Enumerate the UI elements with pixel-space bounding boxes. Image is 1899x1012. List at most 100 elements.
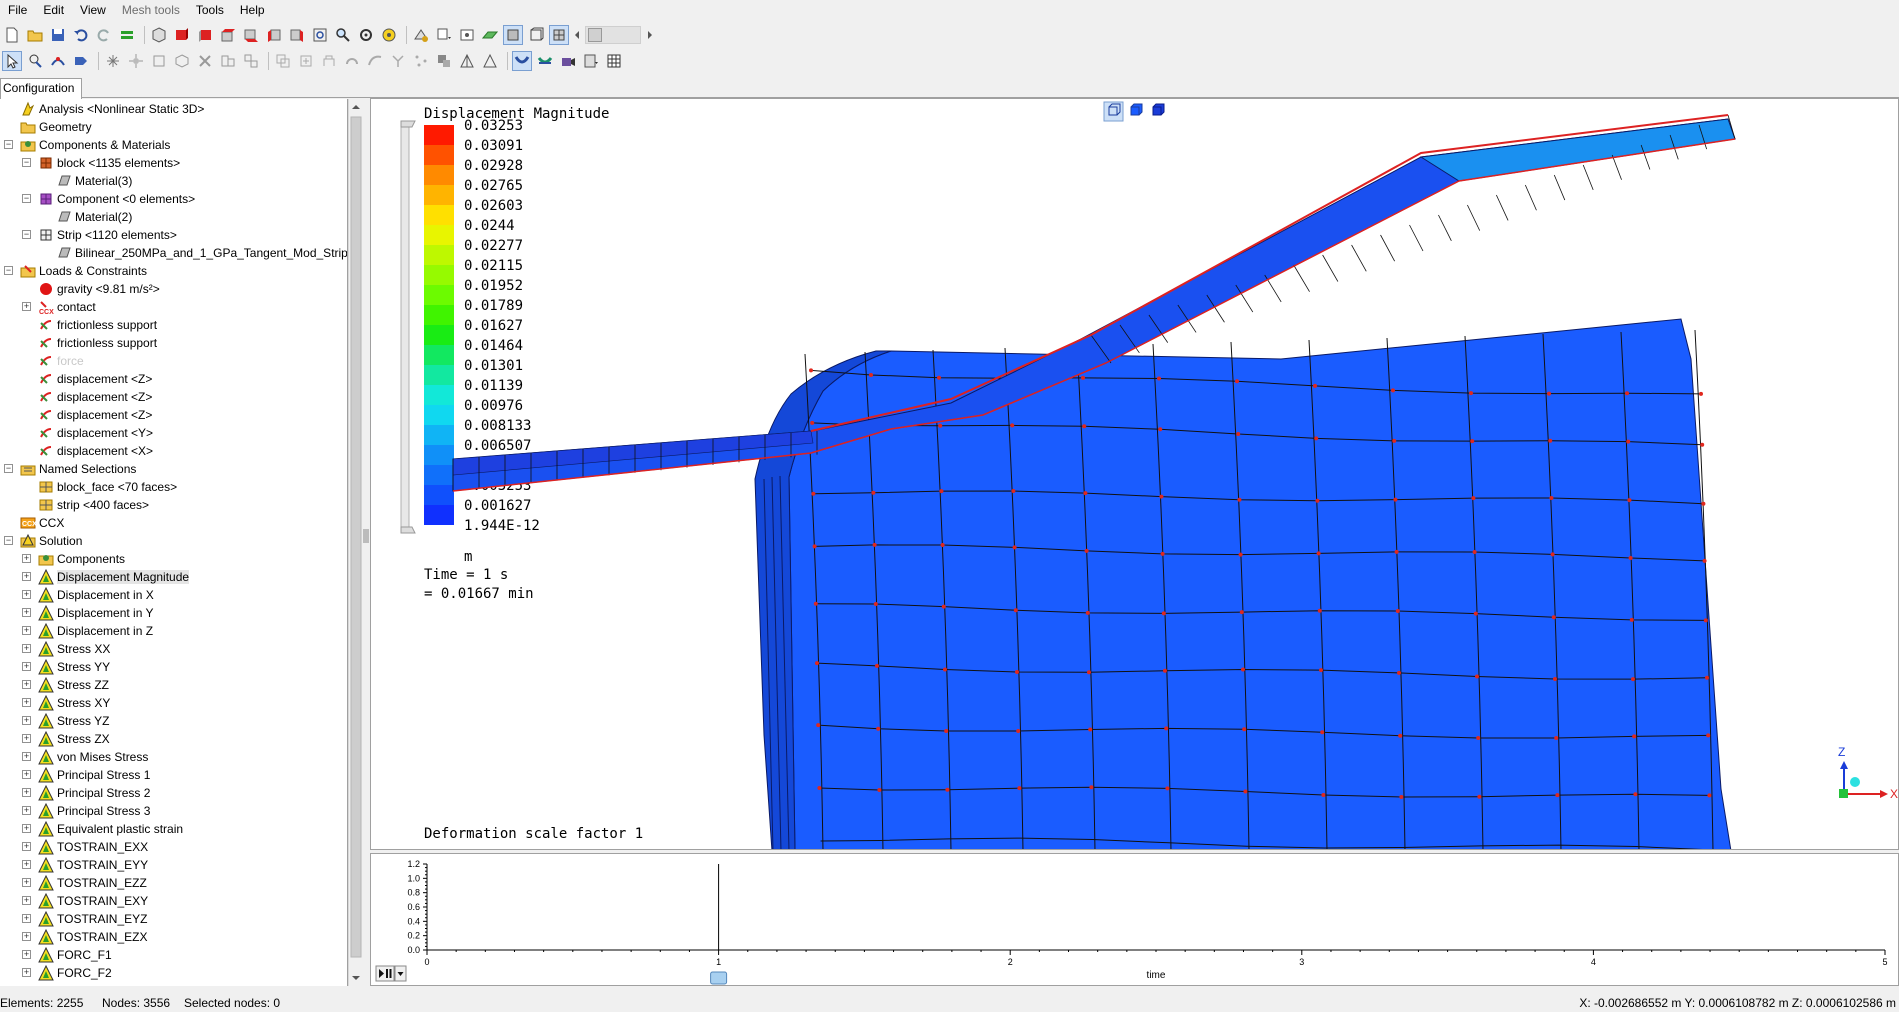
tree-item[interactable]: Solution — [20, 532, 82, 550]
tree-item[interactable]: block <1135 elements> — [38, 154, 180, 172]
tree-item[interactable]: Named Selections — [20, 460, 136, 478]
expand-icon[interactable]: + — [22, 896, 31, 905]
tree-item[interactable]: displacement <Z> — [38, 370, 152, 388]
move-mesh-icon[interactable] — [296, 51, 316, 71]
select-faces-icon[interactable] — [71, 51, 91, 71]
tree-item[interactable]: Bilinear_250MPa_and_1_GPa_Tangent_Mod_St… — [56, 244, 347, 262]
tree-item[interactable]: FORC_F2 — [38, 964, 112, 982]
expand-icon[interactable]: + — [22, 698, 31, 707]
expand-icon[interactable]: + — [22, 860, 31, 869]
tree-item[interactable]: Stress XY — [38, 694, 110, 712]
mesh-view-icon[interactable] — [549, 25, 569, 45]
expand-icon[interactable]: + — [22, 950, 31, 959]
toolbar-slider[interactable] — [585, 26, 641, 44]
menu-file[interactable]: File — [0, 0, 35, 20]
tab-configuration[interactable]: Configuration — [0, 78, 82, 99]
tree-item[interactable]: TOSTRAIN_EYZ — [38, 910, 147, 928]
expand-icon[interactable]: + — [22, 842, 31, 851]
viewport-canvas[interactable]: Displacement Magnitude 0.032530.030910.0… — [371, 99, 1899, 850]
collapse-icon[interactable]: − — [22, 158, 31, 167]
tree-item[interactable]: Material(2) — [56, 208, 132, 226]
element-cube-icon[interactable] — [172, 51, 192, 71]
collapse-icon[interactable]: − — [4, 536, 13, 545]
collapse-icon[interactable]: − — [22, 194, 31, 203]
tree-item[interactable]: frictionless support — [38, 334, 157, 352]
tree-item[interactable]: displacement <X> — [38, 442, 153, 460]
tree-item[interactable]: Geometry — [20, 118, 92, 136]
tree-item[interactable]: TOSTRAIN_EXX — [38, 838, 148, 856]
tree-item[interactable]: Stress YZ — [38, 712, 109, 730]
expand-icon[interactable]: + — [22, 302, 31, 311]
expand-icon[interactable]: + — [22, 932, 31, 941]
collapse-icon[interactable]: − — [4, 140, 13, 149]
tree-item[interactable]: Strip <1120 elements> — [38, 226, 177, 244]
tree-item[interactable]: displacement <Y> — [38, 424, 153, 442]
tree-item[interactable]: Stress ZZ — [38, 676, 109, 694]
left-view-icon[interactable] — [264, 25, 284, 45]
tree-item[interactable]: CCX CCX — [20, 514, 64, 532]
tree-scrollbar[interactable] — [348, 99, 362, 986]
toolbar-slider-thumb[interactable] — [588, 28, 602, 42]
split-icon[interactable] — [241, 51, 261, 71]
tree-item[interactable]: block_face <70 faces> — [38, 478, 177, 496]
zoom-fit-icon[interactable] — [310, 25, 330, 45]
iso-view-icon[interactable] — [149, 25, 169, 45]
tree-item[interactable]: TOSTRAIN_EZX — [38, 928, 147, 946]
points-icon[interactable] — [411, 51, 431, 71]
tree-item[interactable]: Material(3) — [56, 172, 132, 190]
scroll-left-icon[interactable] — [572, 25, 582, 45]
tree-item[interactable]: strip <400 faces> — [38, 496, 149, 514]
deformed-shape-icon[interactable] — [512, 51, 532, 71]
section-plane-icon[interactable] — [457, 25, 477, 45]
menu-view[interactable]: View — [72, 0, 114, 20]
tree-item[interactable]: von Mises Stress — [38, 748, 148, 766]
back-view-icon[interactable] — [195, 25, 215, 45]
probe-dropdown-icon[interactable] — [581, 51, 601, 71]
contour-icon[interactable] — [535, 51, 555, 71]
expand-icon[interactable]: + — [22, 716, 31, 725]
tree-item[interactable]: Displacement in Z — [38, 622, 153, 640]
expand-icon[interactable]: + — [22, 806, 31, 815]
tree-item[interactable]: Loads & Constraints — [20, 262, 147, 280]
3d-viewport[interactable]: Displacement Magnitude 0.03253 0.03091 0.0… — [370, 98, 1899, 850]
expand-icon[interactable]: + — [22, 824, 31, 833]
tree-item[interactable]: Components & Materials — [20, 136, 170, 154]
merge-icon[interactable] — [218, 51, 238, 71]
expand-icon[interactable]: + — [22, 968, 31, 977]
extrude-icon[interactable] — [319, 51, 339, 71]
select-nodes-icon[interactable] — [48, 51, 68, 71]
tree-item[interactable]: Principal Stress 3 — [38, 802, 150, 820]
delete-icon[interactable] — [195, 51, 215, 71]
zoom-icon[interactable] — [333, 25, 353, 45]
rotate-icon[interactable] — [356, 25, 376, 45]
tree-item[interactable]: displacement <Z> — [38, 388, 152, 406]
expand-icon[interactable]: + — [22, 662, 31, 671]
tree-item[interactable]: CCX contact — [38, 298, 96, 316]
tree-item[interactable]: Displacement in X — [38, 586, 154, 604]
tree-item[interactable]: Displacement Magnitude — [38, 568, 190, 586]
pan-icon[interactable] — [379, 25, 399, 45]
tree-item[interactable]: Analysis <Nonlinear Static 3D> — [20, 100, 204, 118]
tet-mesh-icon[interactable] — [457, 51, 477, 71]
tree-item[interactable]: Stress XX — [38, 640, 110, 658]
menu-edit[interactable]: Edit — [35, 0, 72, 20]
tree-item[interactable]: Stress ZX — [38, 730, 110, 748]
panel-splitter[interactable] — [362, 99, 370, 986]
collapse-icon[interactable]: − — [4, 266, 13, 275]
tree-item[interactable]: Equivalent plastic strain — [38, 820, 183, 838]
right-view-icon[interactable] — [287, 25, 307, 45]
legend-slider-top-handle[interactable] — [400, 120, 416, 128]
redo-icon[interactable] — [94, 25, 114, 45]
element-box-icon[interactable] — [149, 51, 169, 71]
mesh-lines-icon[interactable] — [117, 25, 137, 45]
bottom-view-icon[interactable] — [241, 25, 261, 45]
sweep-icon[interactable] — [365, 51, 385, 71]
collapse-icon[interactable]: − — [22, 230, 31, 239]
tree-item[interactable]: Components — [38, 550, 125, 568]
new-file-icon[interactable] — [2, 25, 22, 45]
tree-item[interactable]: TOSTRAIN_EZZ — [38, 874, 147, 892]
expand-icon[interactable]: + — [22, 752, 31, 761]
table-icon[interactable] — [604, 51, 624, 71]
expand-icon[interactable]: + — [22, 608, 31, 617]
top-view-icon[interactable] — [218, 25, 238, 45]
